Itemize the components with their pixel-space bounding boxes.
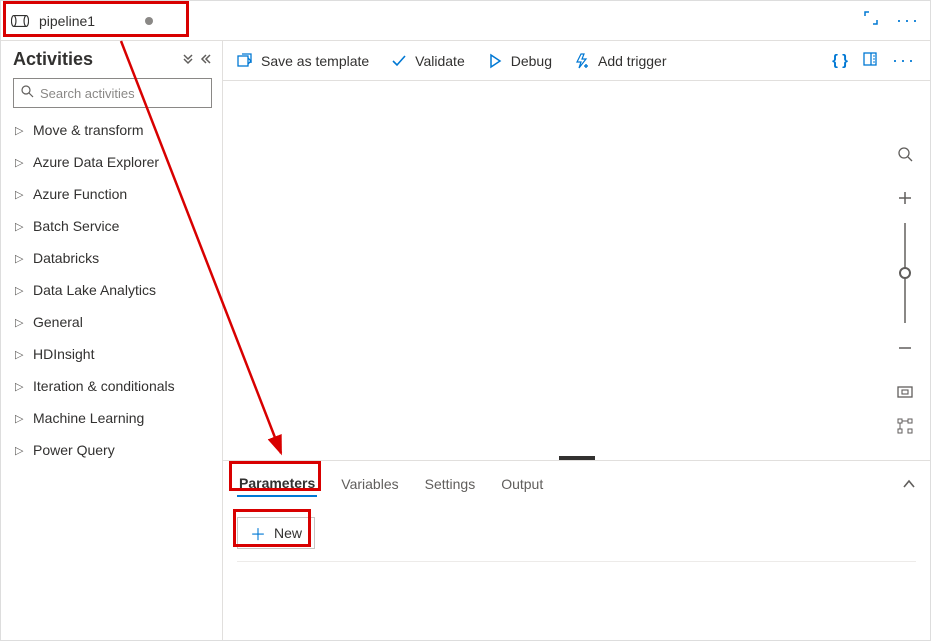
zoom-fit-icon[interactable]	[892, 379, 918, 405]
activity-category[interactable]: ▷ General	[13, 310, 212, 334]
chevron-right-icon: ▷	[15, 188, 25, 201]
debug-label: Debug	[511, 53, 552, 69]
pipeline-icon	[11, 14, 29, 28]
properties-icon[interactable]	[862, 51, 878, 70]
properties-panel: Parameters Variables Settings Output ＋ N…	[223, 460, 930, 640]
search-activities-input[interactable]	[13, 78, 212, 108]
activity-category[interactable]: ▷ Data Lake Analytics	[13, 278, 212, 302]
activity-category[interactable]: ▷ HDInsight	[13, 342, 212, 366]
save-as-template-button[interactable]: Save as template	[237, 53, 369, 69]
tab-settings[interactable]: Settings	[423, 472, 478, 496]
chevron-right-icon: ▷	[15, 316, 25, 329]
activity-category[interactable]: ▷ Azure Function	[13, 182, 212, 206]
collapse-panel-icon[interactable]	[902, 477, 916, 492]
unsaved-indicator-icon	[145, 17, 153, 25]
search-icon	[21, 85, 34, 101]
validate-button[interactable]: Validate	[391, 53, 465, 69]
panel-divider	[237, 561, 916, 562]
activity-category-label: Azure Data Explorer	[33, 154, 159, 170]
chevron-right-icon: ▷	[15, 348, 25, 361]
toolbar-more-icon[interactable]: ···	[892, 50, 916, 71]
tab-parameters[interactable]: Parameters	[237, 471, 317, 497]
chevron-right-icon: ▷	[15, 124, 25, 137]
activity-category[interactable]: ▷ Move & transform	[13, 118, 212, 142]
add-trigger-icon	[574, 53, 590, 69]
activity-category[interactable]: ▷ Databricks	[13, 246, 212, 270]
activity-category[interactable]: ▷ Power Query	[13, 438, 212, 462]
activity-category-label: Databricks	[33, 250, 99, 266]
zoom-in-icon[interactable]	[892, 185, 918, 211]
chevron-right-icon: ▷	[15, 156, 25, 169]
canvas-toolbar: Save as template Validate Debug	[223, 41, 930, 81]
code-view-icon[interactable]: { }	[832, 52, 848, 69]
validate-label: Validate	[415, 53, 465, 69]
chevron-right-icon: ▷	[15, 444, 25, 457]
pipeline-canvas[interactable]	[223, 81, 930, 460]
activity-category-label: Power Query	[33, 442, 115, 458]
more-actions-icon[interactable]: ···	[896, 10, 920, 31]
chevron-right-icon: ▷	[15, 284, 25, 297]
validate-icon	[391, 53, 407, 69]
add-trigger-button[interactable]: Add trigger	[574, 53, 666, 69]
activity-category[interactable]: ▷ Azure Data Explorer	[13, 150, 212, 174]
chevron-double-down-icon[interactable]	[182, 52, 194, 68]
debug-icon	[487, 53, 503, 69]
plus-icon: ＋	[250, 521, 266, 545]
activity-category-label: HDInsight	[33, 346, 94, 362]
tab-variables[interactable]: Variables	[339, 472, 400, 496]
activity-category-label: Batch Service	[33, 218, 119, 234]
chevron-right-icon: ▷	[15, 380, 25, 393]
activity-category-label: Data Lake Analytics	[33, 282, 156, 298]
panel-splitter[interactable]	[559, 456, 595, 460]
save-template-icon	[237, 53, 253, 69]
add-trigger-label: Add trigger	[598, 53, 666, 69]
tab-output[interactable]: Output	[499, 472, 545, 496]
activity-category-label: General	[33, 314, 83, 330]
activity-category-label: Iteration & conditionals	[33, 378, 175, 394]
new-parameter-button[interactable]: ＋ New	[237, 517, 315, 549]
auto-layout-icon[interactable]	[892, 413, 918, 439]
chevron-double-left-icon[interactable]	[200, 52, 212, 68]
activity-category-label: Machine Learning	[33, 410, 144, 426]
zoom-out-icon[interactable]	[892, 335, 918, 361]
zoom-slider[interactable]	[904, 223, 906, 323]
new-button-label: New	[274, 525, 302, 541]
zoom-slider-handle[interactable]	[899, 267, 911, 279]
activity-category[interactable]: ▷ Machine Learning	[13, 406, 212, 430]
chevron-right-icon: ▷	[15, 252, 25, 265]
pipeline-name[interactable]: pipeline1	[39, 13, 95, 29]
activities-title: Activities	[13, 49, 93, 70]
activity-category-label: Move & transform	[33, 122, 143, 138]
save-as-template-label: Save as template	[261, 53, 369, 69]
activity-category[interactable]: ▷ Batch Service	[13, 214, 212, 238]
debug-button[interactable]: Debug	[487, 53, 552, 69]
canvas-search-icon[interactable]	[892, 141, 918, 167]
activities-sidebar: Activities ▷ Move & transform ▷ Azure Data …	[1, 41, 223, 640]
activity-category-label: Azure Function	[33, 186, 127, 202]
chevron-right-icon: ▷	[15, 412, 25, 425]
expand-icon[interactable]	[864, 11, 878, 30]
chevron-right-icon: ▷	[15, 220, 25, 233]
activity-category[interactable]: ▷ Iteration & conditionals	[13, 374, 212, 398]
